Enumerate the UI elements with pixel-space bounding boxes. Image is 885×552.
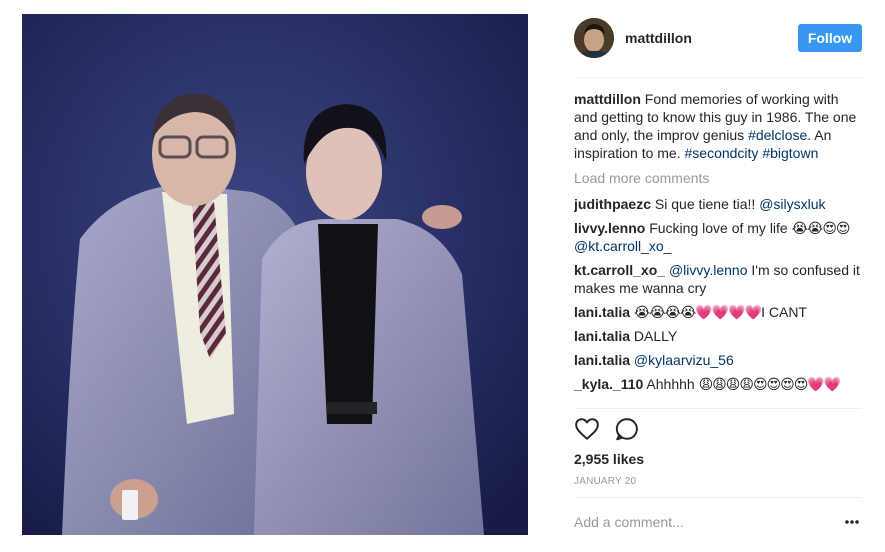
comment-item: lani.talia 😭😭😭😭💗💗💗💗I CANT [574, 303, 862, 321]
footer-divider [574, 497, 862, 498]
comment-username[interactable]: lani.talia [574, 328, 630, 344]
comment-item: lani.talia DALLY [574, 327, 862, 345]
comment-emoji: 😭😭😭😭💗💗💗💗 [633, 304, 762, 320]
avatar[interactable] [574, 18, 614, 58]
comment-item: judithpaezc Si que tiene tia!! @silysxlu… [574, 195, 862, 213]
mention-link[interactable]: @livvy.lenno [669, 262, 748, 278]
comment-emoji: 😩😩😩😩😍😍😍😍💗💗 [698, 376, 842, 392]
mention-link[interactable]: @kt.carroll_xo_ [574, 238, 671, 254]
hashtag-link[interactable]: #bigtown [762, 145, 818, 161]
comment-username[interactable]: judithpaezc [574, 196, 651, 212]
post-photo[interactable] [22, 14, 528, 535]
username[interactable]: mattdillon [625, 30, 692, 46]
more-dots-icon[interactable] [842, 513, 862, 531]
comment-username[interactable]: livvy.lenno [574, 220, 645, 236]
speech-bubble-icon[interactable] [614, 416, 640, 442]
comment-text: I CANT [761, 304, 807, 320]
load-more-comments-link[interactable]: Load more comments [574, 169, 862, 187]
caption-username[interactable]: mattdillon [574, 91, 641, 107]
comment-text: Si que tiene tia!! [651, 196, 760, 212]
comments-list: mattdillon Fond memories of working with… [574, 90, 862, 408]
mention-link[interactable]: @silysxluk [759, 196, 825, 212]
mention-link[interactable]: @kylaarvizu_56 [634, 352, 734, 368]
header-divider [574, 77, 862, 78]
post-sidebar: mattdillon Follow mattdillon Fond memori… [574, 0, 862, 552]
post-header: mattdillon Follow [574, 18, 862, 60]
heart-outline-icon[interactable] [574, 416, 600, 442]
caption: mattdillon Fond memories of working with… [574, 90, 862, 162]
comment-username[interactable]: lani.talia [574, 304, 630, 320]
comment-item: lani.talia @kylaarvizu_56 [574, 351, 862, 369]
post-actions [574, 416, 862, 446]
hashtag-link[interactable]: #delclose [748, 127, 807, 143]
comment-text: DALLY [630, 328, 678, 344]
comment-item: _kyla._110 Ahhhhh 😩😩😩😩😍😍😍😍💗💗 [574, 375, 862, 393]
post-photo-image [22, 14, 528, 535]
comment-username[interactable]: _kyla._110 [574, 376, 643, 392]
comment-username[interactable]: lani.talia [574, 352, 630, 368]
comment-emoji: 😭😭😍😍 [791, 220, 851, 236]
comment-item: kt.carroll_xo_ @livvy.lenno I'm so confu… [574, 261, 862, 297]
comment-item: livvy.lenno Fucking love of my life 😭😭😍😍… [574, 219, 862, 255]
comment-text: Fucking love of my life [645, 220, 792, 236]
comments-divider [574, 408, 862, 409]
add-comment-input[interactable]: Add a comment... [574, 514, 684, 530]
post-date: JANUARY 20 [574, 476, 637, 487]
follow-button[interactable]: Follow [798, 24, 862, 52]
comment-username[interactable]: kt.carroll_xo_ [574, 262, 665, 278]
avatar-image [574, 18, 614, 58]
comment-text: Ahhhhh [643, 376, 699, 392]
likes-count[interactable]: 2,955 likes [574, 451, 644, 467]
hashtag-link[interactable]: #secondcity [685, 145, 759, 161]
